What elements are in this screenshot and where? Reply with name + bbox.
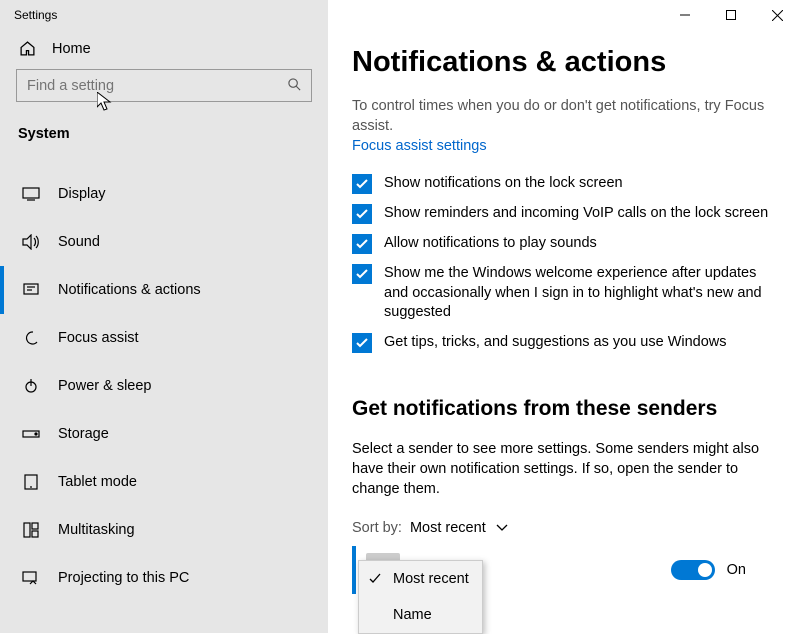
checkbox-row[interactable]: Show notifications on the lock screen [352,174,776,194]
mouse-cursor-icon [97,92,113,112]
sidebar-item-power[interactable]: Power & sleep [0,362,328,410]
checkbox-icon [352,234,372,254]
sidebar-item-label: Tablet mode [58,474,137,490]
sidebar-item-label: Projecting to this PC [58,570,189,586]
sidebar-item-tablet[interactable]: Tablet mode [0,458,328,506]
checkbox-label: Allow notifications to play sounds [384,234,597,254]
tablet-icon [22,474,40,490]
search-wrap [16,69,312,102]
home-icon [18,40,36,57]
checkbox-row[interactable]: Get tips, tricks, and suggestions as you… [352,333,776,353]
checkbox-label: Show reminders and incoming VoIP calls o… [384,204,768,224]
storage-icon [22,428,40,440]
checkbox-icon [352,264,372,284]
checkbox-label: Get tips, tricks, and suggestions as you… [384,333,727,353]
checkmark-icon [369,573,383,585]
sidebar-item-label: Focus assist [58,330,139,346]
window-title: Settings [0,0,328,30]
maximize-button[interactable] [708,0,754,30]
sidebar-item-storage[interactable]: Storage [0,410,328,458]
toggle-label: On [727,562,746,578]
page-description: To control times when you do or don't ge… [352,97,776,136]
dropdown-item-label: Most recent [393,571,469,587]
senders-description: Select a sender to see more settings. So… [352,439,776,500]
sidebar-item-multitasking[interactable]: Multitasking [0,506,328,554]
sidebar-item-display[interactable]: Display [0,170,328,218]
checkbox-label: Show me the Windows welcome experience a… [384,264,776,323]
checkbox-label: Show notifications on the lock screen [384,174,623,194]
chevron-down-icon [496,524,508,532]
sender-toggle[interactable]: On [671,560,746,580]
sound-icon [22,234,40,250]
minimize-button[interactable] [662,0,708,30]
nav-list: Display Sound Notifications & actions Fo… [0,154,328,602]
multitasking-icon [22,522,40,538]
sort-label: Sort by: [352,520,402,536]
checkbox-row[interactable]: Show reminders and incoming VoIP calls o… [352,204,776,224]
sidebar-item-label: Power & sleep [58,378,152,394]
sidebar-item-label: Sound [58,234,100,250]
sidebar-item-sound[interactable]: Sound [0,218,328,266]
display-icon [22,187,40,201]
checkbox-row[interactable]: Allow notifications to play sounds [352,234,776,254]
senders-title: Get notifications from these senders [352,397,776,421]
dropdown-item-label: Name [393,607,432,623]
focus-assist-link[interactable]: Focus assist settings [352,138,487,154]
checkbox-icon [352,174,372,194]
checkbox-icon [352,333,372,353]
sidebar-item-notifications[interactable]: Notifications & actions [0,266,328,314]
sidebar: Settings Home System Display Sound Notif… [0,0,328,633]
dropdown-item-name[interactable]: Name [359,597,482,633]
sidebar-item-projecting[interactable]: Projecting to this PC [0,554,328,602]
main-content: Notifications & actions To control times… [328,0,800,633]
window-controls [662,0,800,30]
sidebar-category: System [0,110,328,154]
toggle-track [671,560,715,580]
close-button[interactable] [754,0,800,30]
sort-by-dropdown[interactable]: Sort by: Most recent [352,520,776,536]
projecting-icon [22,571,40,585]
sidebar-item-label: Display [58,186,106,202]
sidebar-item-focus-assist[interactable]: Focus assist [0,314,328,362]
sort-dropdown-menu: Most recent Name [358,560,483,634]
search-icon [287,77,302,92]
sidebar-item-label: Notifications & actions [58,282,201,298]
sidebar-item-label: Storage [58,426,109,442]
search-input[interactable] [16,69,312,102]
checkbox-row[interactable]: Show me the Windows welcome experience a… [352,264,776,323]
notifications-icon [22,282,40,298]
checkbox-icon [352,204,372,224]
sidebar-item-label: Multitasking [58,522,135,538]
sort-value: Most recent [410,520,486,536]
dropdown-item-most-recent[interactable]: Most recent [359,561,482,597]
home-label: Home [52,41,91,57]
power-icon [22,378,40,394]
focus-assist-icon [22,330,40,346]
sidebar-home[interactable]: Home [0,30,328,69]
